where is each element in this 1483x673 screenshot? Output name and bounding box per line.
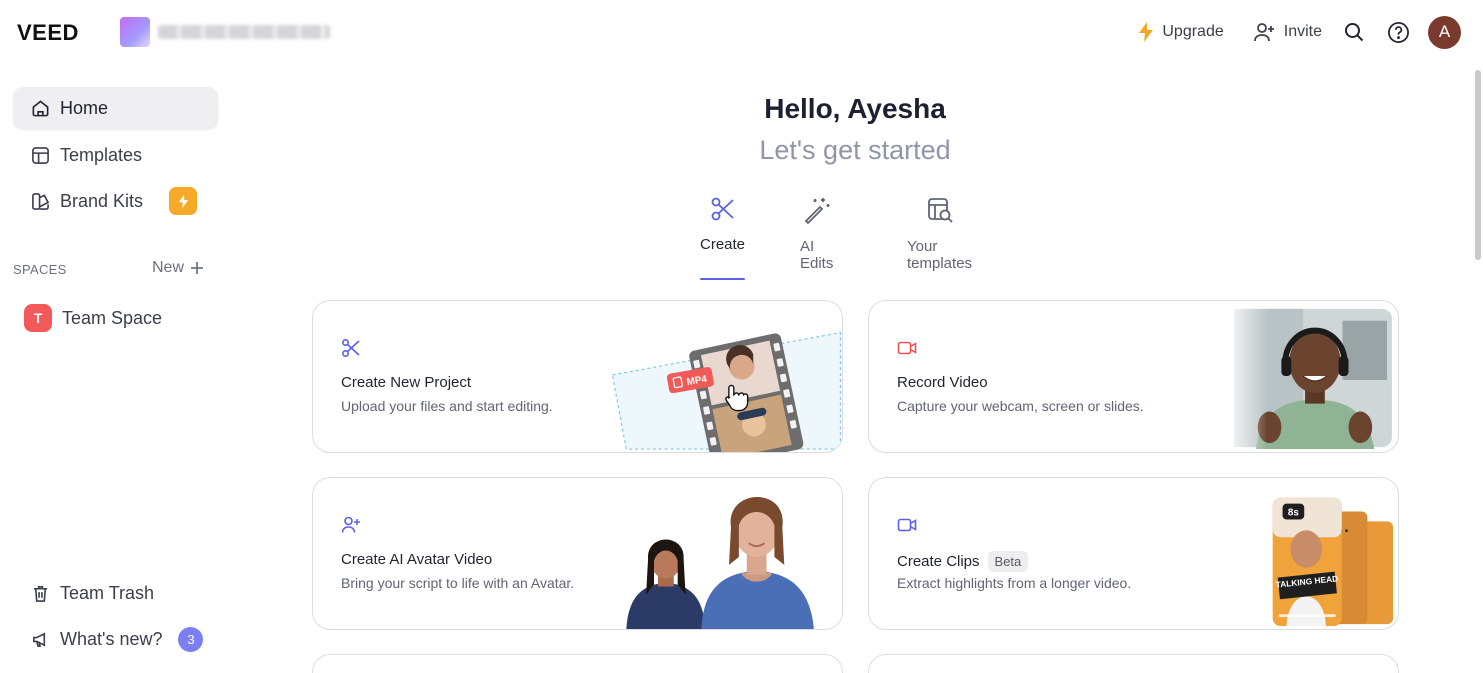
scissors-icon <box>341 338 360 358</box>
search-button[interactable] <box>1342 20 1366 44</box>
sidebar-item-templates[interactable]: Templates <box>13 134 218 176</box>
help-icon <box>1387 21 1409 43</box>
card-description: Bring your script to life with an Avatar… <box>341 575 575 591</box>
webcam-person-illustration <box>1224 301 1397 452</box>
plus-icon <box>191 262 204 274</box>
sidebar: Home Templates Brand Kits SPACES New T T… <box>0 64 232 673</box>
card-description: Extract highlights from a longer video. <box>897 575 1132 591</box>
workspace-name-redacted <box>158 25 330 39</box>
card-title: Create Clips <box>897 553 980 570</box>
tab-ai-edits[interactable]: AI Edits <box>800 196 833 272</box>
record-video-card[interactable]: Record Video Capture your webcam, screen… <box>868 300 1399 453</box>
sidebar-item-whats-new[interactable]: What's new? 3 <box>13 618 218 660</box>
template-search-icon <box>927 198 953 223</box>
ai-avatars-illustration <box>626 496 814 629</box>
sidebar-item-label: Templates <box>60 144 143 165</box>
tab-label: Create <box>700 236 746 253</box>
templates-icon <box>32 146 49 164</box>
workspace-avatar <box>120 17 150 47</box>
project-film-illustration: MP4 <box>611 331 841 452</box>
home-icon <box>32 99 49 116</box>
sidebar-item-label: What's new? <box>60 628 163 649</box>
card-description: Upload your files and start editing. <box>341 398 553 414</box>
invite-label: Invite <box>1283 23 1322 40</box>
whats-new-count-badge: 3 <box>178 626 204 652</box>
upgrade-label: Upgrade <box>1162 23 1224 40</box>
user-avatar[interactable]: A <box>1428 15 1461 49</box>
card-title-row: Create Clips Beta <box>897 551 1029 572</box>
upgrade-badge <box>169 187 198 215</box>
create-clips-card[interactable]: Create Clips Beta Extract highlights fro… <box>868 477 1399 630</box>
create-ai-avatar-card[interactable]: Create AI Avatar Video Bring your script… <box>312 477 843 630</box>
tab-label: AI Edits <box>800 238 834 272</box>
greeting-subtitle: Let's get started <box>759 135 951 165</box>
sidebar-item-label: Team Trash <box>60 582 155 603</box>
sidebar-item-team-space[interactable]: T Team Space <box>24 304 162 332</box>
bolt-icon <box>178 194 188 208</box>
magic-wand-icon <box>804 198 830 224</box>
sidebar-item-label: Home <box>60 97 109 118</box>
clip-timer-label: 8s <box>1288 508 1299 519</box>
top-bar: VEED Upgrade Invite A <box>0 0 1483 64</box>
page-scrollbar[interactable] <box>1475 70 1481 260</box>
tab-create[interactable]: Create <box>700 196 745 253</box>
team-space-label: Team Space <box>62 307 163 328</box>
create-new-project-card[interactable]: Create New Project Upload your files and… <box>312 300 843 453</box>
video-camera-icon <box>897 341 917 355</box>
help-button[interactable] <box>1386 20 1410 44</box>
brand-kit-icon <box>32 192 50 210</box>
card-row-3-left[interactable] <box>312 654 843 673</box>
sidebar-item-home[interactable]: Home <box>13 87 218 129</box>
card-row-3-right[interactable] <box>868 654 1399 673</box>
top-actions: Upgrade Invite A <box>1108 14 1461 50</box>
new-space-button[interactable]: New <box>152 259 204 277</box>
trash-icon <box>33 585 48 602</box>
add-user-icon <box>341 516 360 533</box>
greeting-heading: Hello, Ayesha <box>764 93 946 124</box>
veed-logo[interactable]: VEED <box>17 20 79 46</box>
team-space-badge: T <box>24 304 52 332</box>
search-icon <box>1345 23 1364 42</box>
sidebar-item-brand-kits[interactable]: Brand Kits <box>13 180 218 222</box>
active-tab-indicator <box>700 278 745 280</box>
bolt-icon <box>1139 22 1154 42</box>
beta-badge: Beta <box>987 551 1029 572</box>
new-space-label: New <box>152 259 185 276</box>
workspace-switcher[interactable] <box>120 16 330 48</box>
scissors-icon <box>711 197 734 221</box>
megaphone-icon <box>33 631 46 647</box>
sidebar-item-team-trash[interactable]: Team Trash <box>13 572 218 614</box>
invite-button[interactable]: Invite <box>1253 22 1322 42</box>
video-camera-icon <box>897 518 917 532</box>
card-title: Create AI Avatar Video <box>341 551 493 568</box>
add-user-icon <box>1253 23 1274 42</box>
clips-illustration: • • • 8s TALKING HEAD <box>1272 497 1394 627</box>
spaces-heading: SPACES <box>13 262 67 277</box>
tab-your-templates[interactable]: Your templates <box>907 196 972 272</box>
card-description: Capture your webcam, screen or slides. <box>897 398 1144 414</box>
upgrade-button[interactable]: Upgrade <box>1138 22 1224 42</box>
tab-label: Your templates <box>907 238 973 272</box>
card-title: Record Video <box>897 374 988 391</box>
card-title: Create New Project <box>341 374 472 391</box>
sidebar-item-label: Brand Kits <box>60 190 144 211</box>
